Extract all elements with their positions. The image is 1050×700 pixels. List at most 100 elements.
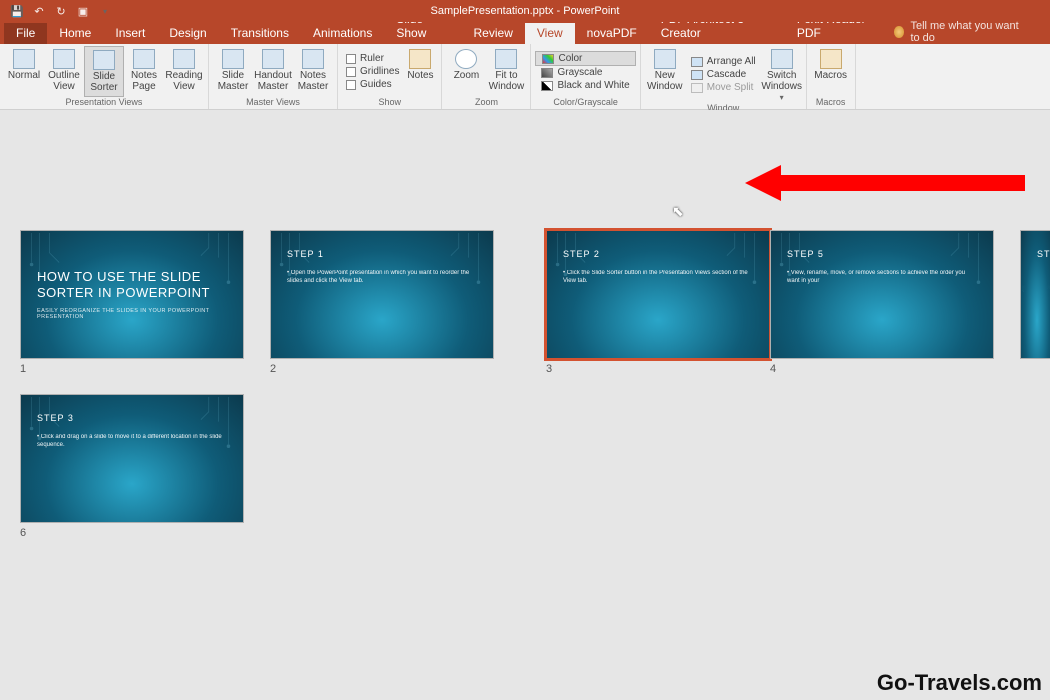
outline-view-button[interactable]: Outline View: [44, 46, 84, 97]
grid-label: Gridlines: [360, 66, 399, 77]
tab-insert[interactable]: Insert: [103, 23, 157, 44]
handout-master-icon: [262, 49, 284, 69]
nm-label: Notes Master: [293, 70, 333, 92]
slide-thumbnail[interactable]: STEP 3 • Click and drag on a slide to mov…: [20, 394, 244, 523]
ruler-checkbox[interactable]: Ruler: [342, 52, 403, 65]
save-icon[interactable]: 💾: [10, 4, 24, 18]
annotation-arrow: [745, 165, 1025, 201]
sorter-icon: [93, 50, 115, 70]
fit-icon: [495, 49, 517, 69]
blackwhite-button[interactable]: Black and White: [535, 79, 635, 92]
slide-thumbnail[interactable]: STEP 5• View, rename, move, or remove se…: [770, 230, 994, 359]
cascade-button[interactable]: Cascade: [685, 68, 762, 81]
slide-thumbnail[interactable]: STEP 2• Click the Slide Sorter button in…: [546, 230, 770, 359]
mac-label: Macros: [814, 70, 847, 81]
arrange-icon: [691, 57, 703, 67]
slide-step-title: STEP 5: [787, 249, 977, 259]
slide-body: • Click and drag on a slide to move it t…: [37, 433, 227, 449]
color-label: Color: [558, 53, 582, 64]
handout-master-button[interactable]: Handout Master: [253, 46, 293, 97]
tab-home[interactable]: Home: [47, 23, 103, 44]
color-swatch-icon: [542, 54, 554, 64]
zoom-icon: [455, 49, 477, 69]
notes-master-button[interactable]: Notes Master: [293, 46, 333, 97]
group-show: Ruler Gridlines Guides Notes Show: [338, 44, 442, 109]
tab-review[interactable]: Review: [462, 23, 525, 44]
notes-button[interactable]: Notes: [403, 46, 437, 97]
slide-sorter-button[interactable]: Slide Sorter: [84, 46, 124, 97]
notes-master-icon: [302, 49, 324, 69]
chevron-down-icon: ▾: [780, 93, 784, 102]
arr-label: Arrange All: [707, 56, 756, 67]
nw-label: New Window: [645, 70, 685, 92]
tab-transitions[interactable]: Transitions: [219, 23, 301, 44]
arrow-head-icon: [745, 165, 781, 201]
arrange-all-button[interactable]: Arrange All: [685, 55, 762, 68]
notespage-label: Notes Page: [124, 70, 164, 92]
slide-master-button[interactable]: Slide Master: [213, 46, 253, 97]
group-label-mac: Macros: [811, 97, 851, 109]
slide-number: 4: [770, 363, 994, 375]
slide-number: 6: [20, 527, 244, 539]
new-window-button[interactable]: New Window: [645, 46, 685, 103]
group-presentation-views: Normal Outline View Slide Sorter Notes P…: [0, 44, 209, 109]
tab-novapdf[interactable]: novaPDF: [575, 23, 649, 44]
normal-icon: [13, 49, 35, 69]
ribbon: Normal Outline View Slide Sorter Notes P…: [0, 44, 1050, 110]
slide-thumbnail[interactable]: ST: [1020, 230, 1050, 359]
zoom-button[interactable]: Zoom: [446, 46, 486, 97]
group-master-views: Slide Master Handout Master Notes Master…: [209, 44, 338, 109]
checkbox-icon: [346, 67, 356, 77]
tab-animations[interactable]: Animations: [301, 23, 384, 44]
undo-icon[interactable]: ↶: [32, 4, 46, 18]
slide-number: 2: [270, 363, 494, 375]
group-label-pv: Presentation Views: [4, 97, 204, 109]
new-window-icon: [654, 49, 676, 69]
bw-label: Black and White: [557, 80, 629, 91]
cascade-icon: [691, 70, 703, 80]
sw-label: Switch Windows ▾: [761, 70, 802, 103]
guides-checkbox[interactable]: Guides: [342, 78, 403, 91]
group-macros: Macros Macros: [807, 44, 856, 109]
watermark-text: Go-Travels.com: [877, 670, 1042, 696]
tell-me-search[interactable]: Tell me what you want to do: [894, 20, 1030, 44]
titlebar: 💾 ↶ ↻ ▣ ▾ SamplePresentation.pptx - Powe…: [0, 0, 1050, 22]
color-button[interactable]: Color: [535, 51, 635, 66]
slide-body: • Open the PowerPoint presentation in wh…: [287, 269, 477, 285]
group-label-show: Show: [342, 97, 437, 109]
start-slideshow-icon[interactable]: ▣: [76, 4, 90, 18]
gridlines-checkbox[interactable]: Gridlines: [342, 65, 403, 78]
macros-button[interactable]: Macros: [811, 46, 851, 97]
checkbox-icon: [346, 54, 356, 64]
guides-label: Guides: [360, 79, 392, 90]
group-label-mv: Master Views: [213, 97, 333, 109]
fit-to-window-button[interactable]: Fit to Window: [486, 46, 526, 97]
spl-label: Move Split: [707, 82, 754, 93]
slide-thumbnail[interactable]: HOW TO USE THE SLIDE SORTER IN POWERPOIN…: [20, 230, 244, 359]
group-label-cg: Color/Grayscale: [535, 97, 635, 109]
redo-icon[interactable]: ↻: [54, 4, 68, 18]
reading-view-button[interactable]: Reading View: [164, 46, 204, 97]
group-window: New Window Arrange All Cascade Move Spli…: [641, 44, 807, 109]
cas-label: Cascade: [707, 69, 746, 80]
qat-more-icon[interactable]: ▾: [98, 4, 112, 18]
sm-label: Slide Master: [213, 70, 253, 92]
switch-windows-button[interactable]: Switch Windows ▾: [762, 46, 802, 103]
tab-design[interactable]: Design: [157, 23, 218, 44]
grayscale-button[interactable]: Grayscale: [535, 66, 635, 79]
ribbon-tabs: File Home Insert Design Transitions Anim…: [0, 22, 1050, 44]
normal-view-button[interactable]: Normal: [4, 46, 44, 97]
tab-file[interactable]: File: [4, 23, 47, 44]
zoom-label: Zoom: [454, 70, 480, 81]
slide-thumbnail[interactable]: STEP 1• Open the PowerPoint presentation…: [270, 230, 494, 359]
move-split-button[interactable]: Move Split: [685, 81, 762, 94]
slide-step-title: STEP 3: [37, 413, 227, 423]
notes-label: Notes: [407, 70, 433, 81]
tab-view[interactable]: View: [525, 23, 575, 44]
notes-page-icon: [133, 49, 155, 69]
tell-me-placeholder: Tell me what you want to do: [910, 20, 1030, 44]
gray-swatch-icon: [541, 68, 553, 78]
ruler-label: Ruler: [360, 53, 384, 64]
group-label-zoom: Zoom: [446, 97, 526, 109]
notes-page-button[interactable]: Notes Page: [124, 46, 164, 97]
